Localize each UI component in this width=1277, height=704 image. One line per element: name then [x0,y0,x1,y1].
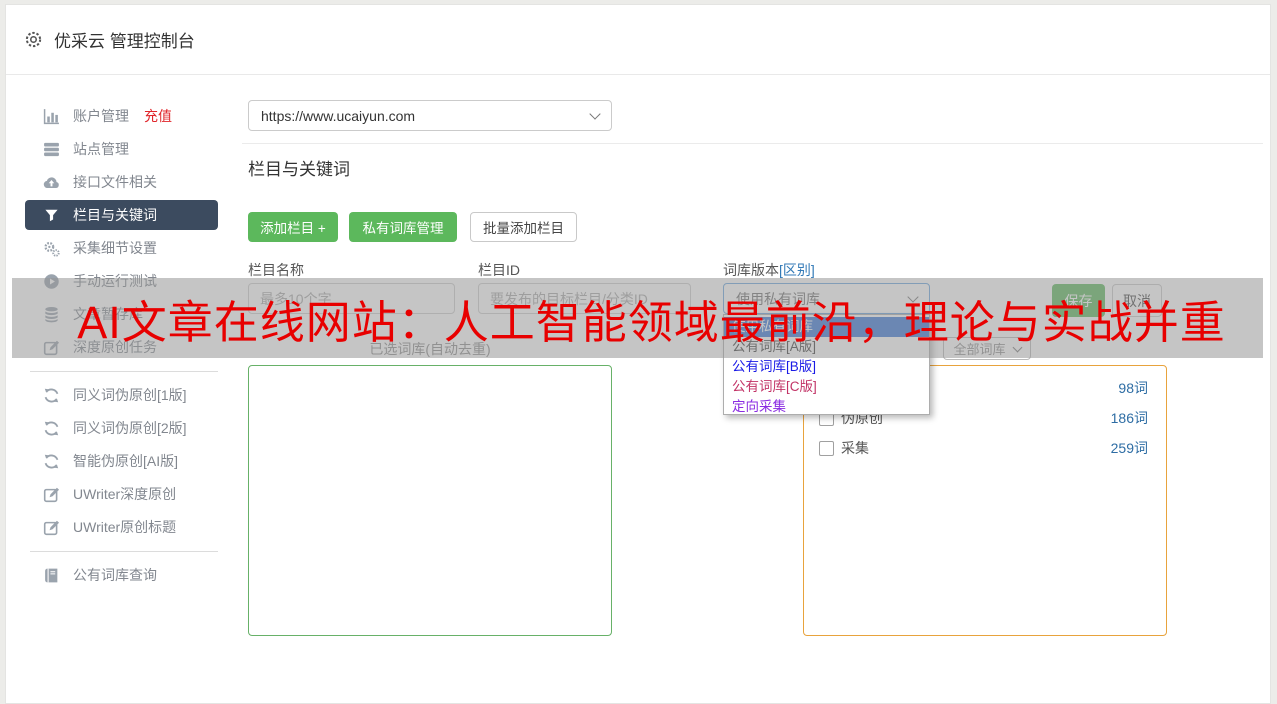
add-column-button[interactable]: 添加栏目 + [248,212,338,242]
sidebar-item-uwriter-title[interactable]: UWriter原创标题 [25,512,218,542]
sidebar-item-interface-files[interactable]: 接口文件相关 [25,167,218,197]
sidebar-divider [30,551,218,552]
sidebar-item-label: 同义词伪原创[2版] [73,420,187,436]
lexicon-row-label: 采集 [841,440,869,456]
sidebar-item-label: 站点管理 [73,141,129,157]
column-id-label: 栏目ID [478,262,520,278]
dropdown-option-directed-collect[interactable]: 定向采集 [724,397,929,417]
sidebar-item-account[interactable]: 账户管理 充值 [25,101,218,131]
sidebar-item-label: 栏目与关键词 [73,207,157,223]
dropdown-option-public-b[interactable]: 公有词库[B版] [724,357,929,377]
refresh-icon [43,420,60,437]
sidebar-item-collect-settings[interactable]: 采集细节设置 [25,233,218,263]
lexicon-version-text: 词库版本 [723,262,779,278]
app-title: 优采云 管理控制台 [54,32,195,51]
server-icon [43,141,60,158]
sidebar-item-smart-ai[interactable]: 智能伪原创[AI版] [25,446,218,476]
section-divider [242,143,1263,144]
sidebar-item-sites[interactable]: 站点管理 [25,134,218,164]
column-name-label: 栏目名称 [248,262,304,278]
site-select-value: https://www.ucaiyun.com [261,107,416,124]
sidebar-item-public-lexicon-query[interactable]: 公有词库查询 [25,560,218,590]
cloud-upload-icon [43,174,60,191]
recharge-link[interactable]: 充值 [144,106,172,126]
private-lexicon-button[interactable]: 私有词库管理 [349,212,457,242]
gear-icon [24,30,43,49]
bar-chart-icon [43,108,60,125]
funnel-icon [43,207,60,224]
lexicon-difference-link[interactable]: [区别] [779,262,815,278]
edit-icon [43,519,60,536]
collect-checkbox[interactable] [819,440,834,456]
sidebar-item-label: 采集细节设置 [73,240,157,256]
sidebar-item-label: 同义词伪原创[1版] [73,387,187,403]
book-icon [43,567,60,584]
sidebar-item-label: UWriter深度原创 [73,486,177,502]
sidebar-divider [30,371,218,372]
refresh-icon [43,387,60,404]
lexicon-row: 采集 259词 [819,438,1148,458]
sidebar-item-label: 接口文件相关 [73,174,157,190]
lexicon-version-label: 词库版本[区别] [723,260,815,280]
word-count-link[interactable]: 98词 [1118,378,1148,398]
sidebar-item-label: 智能伪原创[AI版] [73,453,179,469]
gears-icon [43,240,60,257]
ad-banner-overlay: AI文章在线网站：人工智能领域最前沿，理论与实战并重 [12,278,1263,358]
sidebar-item-uwriter-deep[interactable]: UWriter深度原创 [25,479,218,509]
sidebar-item-label: 账户管理 [73,108,129,124]
sidebar-item-label: UWriter原创标题 [73,519,177,535]
sidebar-item-synonym-v2[interactable]: 同义词伪原创[2版] [25,413,218,443]
sidebar-item-columns-keywords[interactable]: 栏目与关键词 [25,200,218,230]
page-title: 栏目与关键词 [248,160,350,179]
site-select[interactable]: https://www.ucaiyun.com [248,100,612,131]
ad-banner-text: AI文章在线网站：人工智能领域最前沿，理论与实战并重 [77,296,1226,348]
sidebar-item-synonym-v1[interactable]: 同义词伪原创[1版] [25,380,218,410]
sidebar-item-label: 公有词库查询 [73,567,157,583]
chevron-down-icon [589,107,601,120]
word-count-link[interactable]: 186词 [1111,408,1148,428]
refresh-icon [43,453,60,470]
edit-icon [43,486,60,503]
word-count-link[interactable]: 259词 [1111,438,1148,458]
batch-add-button[interactable]: 批量添加栏目 [470,212,577,242]
dropdown-option-public-c[interactable]: 公有词库[C版] [724,377,929,397]
selected-lexicon-box [248,365,612,636]
app-header: 优采云 管理控制台 [6,5,1270,75]
